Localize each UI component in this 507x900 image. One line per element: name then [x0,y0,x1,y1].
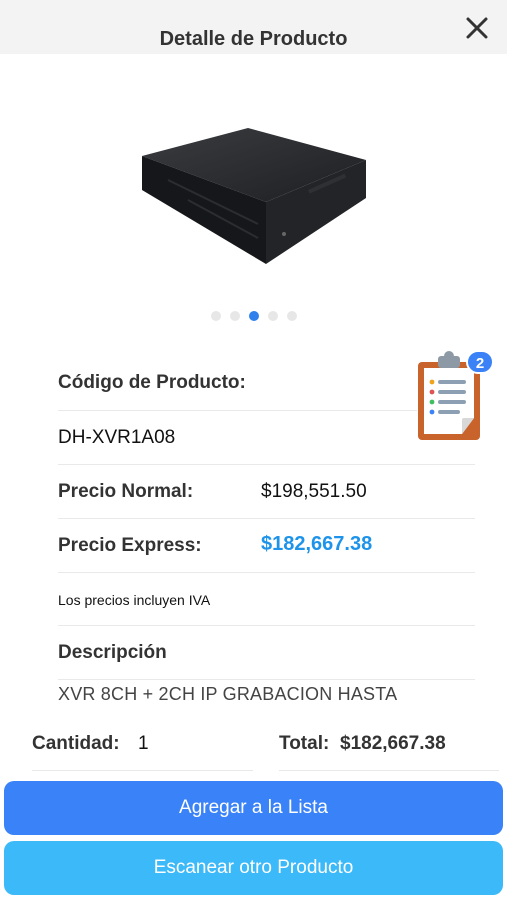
total-label: Total: [279,733,330,754]
express-price-row: Precio Express: $182,667.38 [58,519,475,573]
quantity-value[interactable]: 1 [138,733,149,755]
carousel-dot[interactable] [286,311,297,321]
tax-note: Los precios incluyen IVA [58,592,211,608]
scan-another-button[interactable]: Escanear otro Producto [4,841,503,895]
product-code-value: DH-XVR1A08 [58,427,176,448]
carousel-dot[interactable] [229,311,240,321]
page-title: Detalle de Producto [159,28,348,50]
description-text: XVR 8CH + 2CH IP GRABACION HASTA [58,684,398,704]
quantity-label: Cantidad: [32,733,120,754]
header-bar: Detalle de Producto [0,0,507,54]
carousel-dot[interactable] [267,311,278,321]
list-count-badge: 2 [466,350,494,374]
product-image[interactable] [138,120,370,270]
express-price-value: $182,667.38 [261,533,373,555]
total-value: $182,667.38 [340,733,446,754]
carousel-dot[interactable] [210,311,221,321]
normal-price-label: Precio Normal: [58,481,194,502]
description-row: XVR 8CH + 2CH IP GRABACION HASTA [58,680,475,720]
carousel-indicator[interactable] [0,311,507,321]
tax-note-row: Los precios incluyen IVA [58,573,475,626]
product-code-row: DH-XVR1A08 [58,411,475,465]
add-to-list-button[interactable]: Agregar a la Lista [4,781,503,835]
total-field: Total: $182,667.38 [279,731,499,771]
description-label-row: Descripción [58,626,475,680]
product-code-label: Código de Producto: [58,372,246,393]
close-icon[interactable] [463,14,491,42]
quantity-field[interactable]: Cantidad: 1 [32,731,253,771]
description-label: Descripción [58,642,167,663]
product-code-label-row: Código de Producto: [58,356,417,411]
carousel-dot[interactable] [248,311,259,321]
normal-price-value: $198,551.50 [261,481,367,502]
express-price-label: Precio Express: [58,535,202,556]
normal-price-row: Precio Normal: $198,551.50 [58,465,475,519]
